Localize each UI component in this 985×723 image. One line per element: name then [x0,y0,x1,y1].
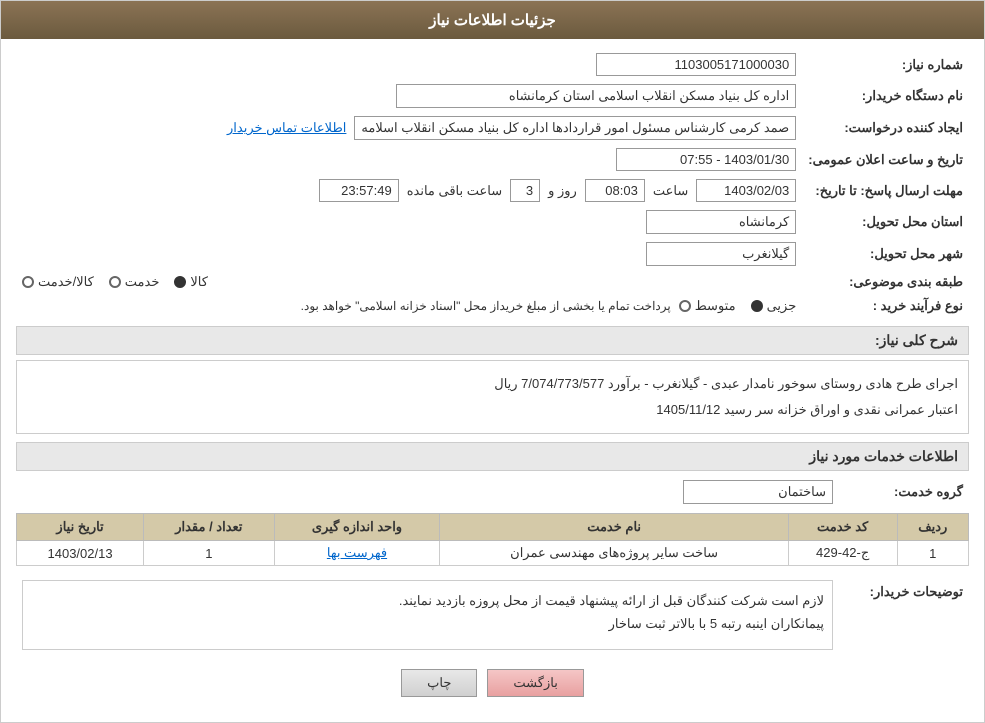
province-value: کرمانشاه [646,210,796,234]
buyer-notes-line1: لازم است شرکت کنندگان قبل از ارائه پیشنه… [31,589,824,612]
category-khedmat-label: خدمت [125,274,160,290]
need-number-label: شماره نیاز: [802,49,969,80]
process-motovaset-label: متوسط [695,298,736,314]
table-row: 1 ج-42-429 ساخت سایر پروژه‌های مهندسی عم… [17,541,969,566]
description-line1: اجرای طرح هادی روستای سوخور نامدار عبدی … [27,371,958,397]
back-button[interactable]: بازگشت [487,669,583,697]
print-button[interactable]: چاپ [401,669,477,697]
category-label: طبقه بندی موضوعی: [802,270,969,294]
category-kala-khedmat-item: کالا/خدمت [22,274,94,290]
category-kala-label: کالا [190,274,208,290]
date-value: 1403/01/30 - 07:55 [616,148,796,171]
process-jozi-item: جزیی [751,298,797,314]
response-deadline-label: مهلت ارسال پاسخ: تا تاریخ: [802,175,969,206]
row-unit[interactable]: فهرست بها [274,541,440,566]
response-days-value: 3 [510,179,540,202]
col-date: تاریخ نیاز [17,514,144,541]
category-khedmat-item: خدمت [109,274,160,290]
description-line2: اعتبار عمرانی نقدی و اوراق خزانه سر رسید… [27,397,958,423]
page-header: جزئیات اطلاعات نیاز [1,1,984,39]
col-unit: واحد اندازه گیری [274,514,440,541]
services-section-title: اطلاعات خدمات مورد نیاز [16,442,969,471]
response-time-value: 08:03 [585,179,645,202]
col-name: نام خدمت [440,514,788,541]
requester-label: ایجاد کننده درخواست: [802,112,969,144]
response-days-label: روز و [548,183,577,199]
date-label: تاریخ و ساعت اعلان عمومی: [802,144,969,175]
need-number-value: 1103005171000030 [596,53,796,76]
service-group-label: گروه خدمت: [839,476,969,508]
col-row: ردیف [897,514,968,541]
process-jozi-radio[interactable] [751,300,763,312]
category-khedmat-radio[interactable] [109,276,121,288]
process-note: پرداخت تمام یا بخشی از مبلغ خریداز محل "… [301,299,671,313]
process-motovaset-item: متوسط [679,298,736,314]
row-name: ساخت سایر پروژه‌های مهندسی عمران [440,541,788,566]
category-kala-khedmat-label: کالا/خدمت [38,274,94,290]
process-jozi-label: جزیی [767,298,797,314]
buyer-notes-box: لازم است شرکت کنندگان قبل از ارائه پیشنه… [22,580,833,650]
buyer-org-value: اداره کل بنیاد مسکن انقلاب اسلامی استان … [396,84,796,108]
header-title: جزئیات اطلاعات نیاز [429,12,556,29]
requester-contact-link[interactable]: اطلاعات تماس خریدار [227,120,346,136]
city-value: گیلانغرب [646,242,796,266]
province-label: استان محل تحویل: [802,206,969,238]
row-code: ج-42-429 [788,541,897,566]
process-label: نوع فرآیند خرید : [802,294,969,318]
response-time-label: ساعت [653,183,688,199]
row-quantity: 1 [144,541,274,566]
services-table: ردیف کد خدمت نام خدمت واحد اندازه گیری ت… [16,513,969,566]
requester-value: صمد کرمی کارشناس مسئول امور قراردادها اد… [354,116,796,140]
category-kala-item: کالا [174,274,208,290]
category-kala-khedmat-radio[interactable] [22,276,34,288]
process-motovaset-radio[interactable] [679,300,691,312]
col-code: کد خدمت [788,514,897,541]
response-date-value: 1403/02/03 [696,179,796,202]
buttons-row: بازگشت چاپ [16,669,969,697]
response-remaining-label: ساعت باقی مانده [407,183,502,199]
service-group-value: ساختمان [683,480,833,504]
city-label: شهر محل تحویل: [802,238,969,270]
description-section-title: شرح کلی نیاز: [16,326,969,355]
buyer-notes-label: توضیحات خریدار: [839,576,969,654]
col-quantity: تعداد / مقدار [144,514,274,541]
row-date: 1403/02/13 [17,541,144,566]
buyer-notes-line2: پیمانکاران اینبه رتبه 5 با بالاتر ثبت سا… [31,612,824,635]
buyer-org-label: نام دستگاه خریدار: [802,80,969,112]
response-remaining-value: 23:57:49 [319,179,399,202]
row-number: 1 [897,541,968,566]
category-kala-radio[interactable] [174,276,186,288]
description-value: اجرای طرح هادی روستای سوخور نامدار عبدی … [16,360,969,434]
